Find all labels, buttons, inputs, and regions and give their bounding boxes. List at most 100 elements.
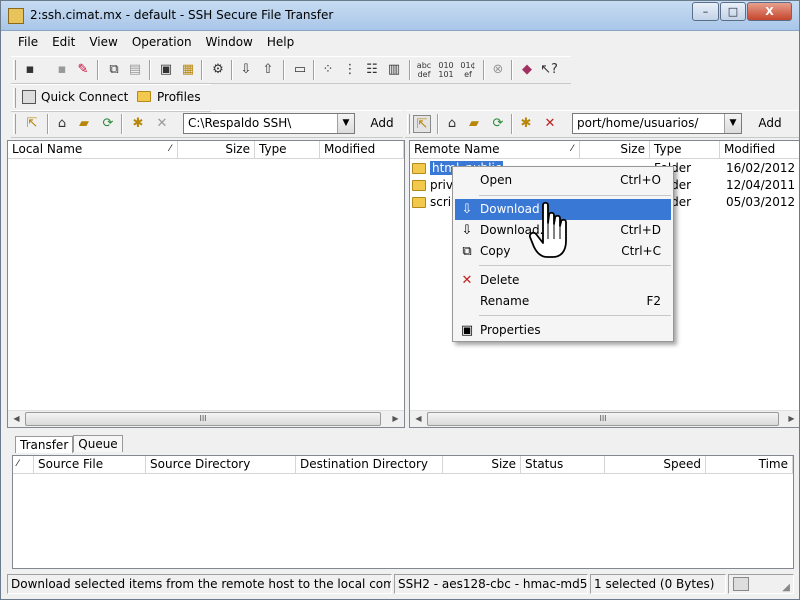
ascii-mode-icon[interactable]: abc def (415, 61, 433, 79)
remote-horizontal-scrollbar[interactable]: ◀ III ▶ (410, 410, 799, 427)
resize-grip-icon[interactable]: ◢ (782, 578, 790, 593)
app-icon (8, 8, 24, 24)
remote-scroll-thumb[interactable]: III (427, 412, 779, 426)
sort-icon: ⁄ (169, 144, 171, 154)
menu-view[interactable]: View (82, 32, 124, 49)
profiles-button[interactable]: Profiles (131, 84, 207, 110)
context-help-icon[interactable]: ↖? (540, 61, 558, 79)
remote-header-name[interactable]: Remote Name ⁄ (410, 141, 580, 159)
menu-help[interactable]: Help (260, 32, 301, 49)
remote-add-button[interactable]: Add (750, 111, 790, 135)
upload-icon[interactable]: ⇧ (259, 61, 277, 79)
auto-mode-icon[interactable]: 01¢ ef (459, 61, 477, 79)
remote-header-type[interactable]: Type (650, 141, 720, 159)
remote-parent-folder-icon[interactable]: ▰ (465, 115, 483, 133)
new-file-transfer-icon[interactable]: ▦ (179, 61, 197, 79)
scroll-left-icon[interactable]: ◀ (410, 411, 427, 427)
scroll-left-icon[interactable]: ◀ (8, 411, 25, 427)
menu-item-rename[interactable]: Rename F2 (455, 291, 671, 312)
menu-file[interactable]: File (11, 32, 45, 49)
paste-icon[interactable]: ▤ (126, 61, 144, 79)
minimize-button[interactable]: – (692, 2, 719, 21)
new-terminal-icon[interactable]: ▣ (157, 61, 175, 79)
local-home-icon[interactable]: ⌂ (53, 115, 71, 133)
details-view-icon[interactable]: ▥ (385, 61, 403, 79)
local-scroll-thumb[interactable]: III (25, 412, 381, 426)
menu-window[interactable]: Window (199, 32, 260, 49)
chevron-down-icon[interactable]: ▼ (724, 114, 741, 133)
print-icon[interactable]: ▪ (53, 61, 71, 79)
transfer-header-destination-directory[interactable]: Destination Directory (296, 456, 443, 474)
local-header-name[interactable]: Local Name ⁄ (8, 141, 178, 159)
tab-queue[interactable]: Queue (73, 435, 123, 452)
chevron-down-icon[interactable]: ▼ (337, 114, 354, 133)
remote-header-modified[interactable]: Modified (720, 141, 799, 159)
status-hint: Download selected items from the remote … (7, 574, 392, 594)
local-refresh-icon[interactable]: ⟳ (99, 115, 117, 133)
local-horizontal-scrollbar[interactable]: ◀ III ▶ (8, 410, 404, 427)
local-delete-icon[interactable]: ✕ (153, 115, 171, 133)
remote-row-modified: 16/02/2012 0 (726, 161, 800, 175)
local-up-folder-icon[interactable]: ⇱ (23, 115, 41, 133)
menu-item-properties[interactable]: ▣ Properties (455, 320, 671, 341)
local-header-size[interactable]: Size (178, 141, 255, 159)
console-icon[interactable]: ▭ (291, 61, 309, 79)
app-window: 2:ssh.cimat.mx - default - SSH Secure Fi… (0, 0, 800, 600)
status-icons: ◢ (728, 574, 794, 594)
help-book-icon[interactable]: ◆ (518, 61, 536, 79)
remote-header-size[interactable]: Size (580, 141, 650, 159)
transfer-header-source-directory[interactable]: Source Directory (146, 456, 296, 474)
transfer-list[interactable]: ⁄ Source File Source Directory Destinati… (12, 455, 794, 569)
transfer-header-speed[interactable]: Speed (605, 456, 706, 474)
scroll-right-icon[interactable]: ▶ (783, 411, 799, 427)
stop-icon[interactable]: ⊗ (489, 61, 507, 79)
local-path-combo[interactable]: C:\Respaldo SSH\ ▼ (183, 113, 355, 134)
remote-up-folder-icon[interactable]: ⇱ (413, 115, 431, 133)
list-view-icon[interactable]: ☷ (363, 61, 381, 79)
settings-icon[interactable]: ⚙ (209, 61, 227, 79)
download-icon: ⇩ (461, 202, 473, 217)
close-button[interactable]: X (747, 2, 792, 21)
properties-icon: ▣ (460, 323, 474, 338)
transfer-header-time[interactable]: Time (706, 456, 793, 474)
save-icon[interactable]: ▪ (21, 61, 39, 79)
menu-item-open[interactable]: Open Ctrl+O (455, 170, 671, 191)
tree-view-icon[interactable]: ⋮ (341, 61, 359, 79)
menu-edit[interactable]: Edit (45, 32, 82, 49)
transfer-header-source-file[interactable]: Source File (34, 456, 146, 474)
local-path-value: C:\Respaldo SSH\ (188, 116, 292, 130)
local-header-type[interactable]: Type (255, 141, 320, 159)
disconnect-icon[interactable]: ✎ (74, 61, 92, 79)
remote-new-folder-icon[interactable]: ✱ (517, 115, 535, 133)
large-icons-view-icon[interactable]: ⁘ (319, 61, 337, 79)
remote-home-icon[interactable]: ⌂ (443, 115, 461, 133)
sort-icon[interactable]: ⁄ (13, 456, 34, 474)
transfer-header-size[interactable]: Size (443, 456, 521, 474)
quick-connect-button[interactable]: Quick Connect (15, 84, 129, 110)
copy-icon[interactable]: ⧉ (105, 61, 123, 79)
encryption-icon (733, 577, 749, 591)
local-header-modified[interactable]: Modified (320, 141, 404, 159)
remote-row-modified: 12/04/2011 1 (726, 178, 800, 192)
local-add-button[interactable]: Add (362, 111, 402, 135)
transfer-tabs: Transfer Queue (15, 435, 123, 454)
folder-icon (412, 180, 426, 191)
menu-item-delete[interactable]: ✕ Delete (455, 270, 671, 291)
download-icon[interactable]: ⇩ (237, 61, 255, 79)
remote-path-combo[interactable]: port/home/usuarios/ ▼ (572, 113, 742, 134)
local-new-folder-icon[interactable]: ✱ (129, 115, 147, 133)
transfer-header-status[interactable]: Status (521, 456, 605, 474)
remote-delete-icon[interactable]: ✕ (541, 115, 559, 133)
toolbar-grip (13, 60, 16, 80)
quick-connect-icon (22, 90, 36, 104)
binary-mode-icon[interactable]: 010 101 (437, 61, 455, 79)
scroll-right-icon[interactable]: ▶ (387, 411, 404, 427)
menu-operation[interactable]: Operation (125, 32, 199, 49)
local-parent-folder-icon[interactable]: ▰ (75, 115, 93, 133)
maximize-button[interactable]: □ (720, 2, 746, 21)
folder-icon (412, 197, 426, 208)
tab-transfer[interactable]: Transfer (15, 436, 74, 453)
remote-path-value: port/home/usuarios/ (577, 116, 699, 130)
remote-refresh-icon[interactable]: ⟳ (489, 115, 507, 133)
local-file-list[interactable]: Local Name ⁄ Size Type Modified ◀ III ▶ (7, 140, 405, 428)
